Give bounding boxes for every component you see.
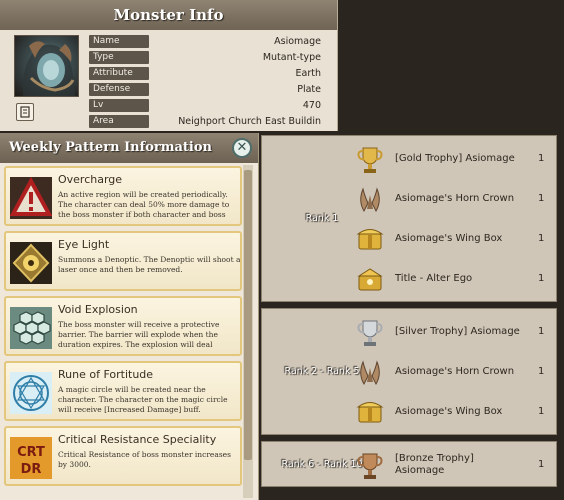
info-value: Plate — [297, 84, 321, 95]
pattern-description: The boss monster will receive a protecti… — [58, 320, 220, 349]
title-box-icon — [357, 268, 383, 291]
horn-crown-icon — [360, 187, 380, 213]
dr-text: DR — [21, 462, 42, 477]
info-row-defense-type: Defense type Plate — [89, 83, 321, 107]
info-value: Asiomage — [274, 36, 321, 47]
pattern-card-rune-of-fortitude[interactable]: Rune of Fortitude A magic circle will be… — [4, 361, 242, 421]
pattern-description: Critical Resistance of boss monster incr… — [58, 450, 231, 469]
silver-trophy-icon — [357, 320, 383, 346]
reward-quantity: 1 — [538, 193, 545, 204]
reward-quantity: 1 — [538, 233, 545, 244]
gold-trophy-icon — [357, 147, 383, 173]
info-row-area: Area Neighport Church East Buildin — [89, 115, 321, 128]
reward-name: [Silver Trophy] Asiomage — [395, 326, 520, 337]
pattern-scrollbar[interactable] — [243, 165, 253, 498]
info-value: Neighport Church East Buildin — [178, 116, 321, 127]
pattern-card-eye-light[interactable]: Eye Light Summons a Denoptic. The Denopt… — [4, 231, 242, 291]
horn-crown-icon — [360, 360, 380, 386]
reward-quantity: 1 — [538, 459, 545, 470]
crt-dr-icon: CRT DR — [10, 437, 52, 479]
info-row-attribute: Attribute Earth — [89, 67, 321, 80]
book-icon[interactable] — [16, 103, 34, 121]
reward-item[interactable]: Title - Alter Ego 1 — [262, 259, 558, 299]
rank-group-6-10: Rank 6 - Rank 10 [Bronze Trophy] Asiomag… — [261, 441, 557, 487]
pattern-title: Eye Light — [58, 238, 110, 251]
rank-group-1: Rank 1 [Gold Trophy] Asiomage 1 Asiomage… — [261, 135, 557, 302]
pattern-title: Overcharge — [58, 173, 123, 186]
reward-name: Title - Alter Ego — [395, 273, 473, 284]
reward-name: Asiomage's Horn Crown — [395, 193, 515, 204]
pattern-card-critical-resistance[interactable]: CRT DR Critical Resistance Speciality Cr… — [4, 426, 242, 486]
reward-item[interactable]: Asiomage's Wing Box 1 — [262, 392, 558, 432]
info-label: Lv — [89, 99, 149, 112]
pattern-description: A magic circle will be created near the … — [58, 385, 228, 414]
reward-item[interactable]: [Silver Trophy] Asiomage 1 — [262, 312, 558, 352]
pattern-card-void-explosion[interactable]: Void Explosion The boss monster will rec… — [4, 296, 242, 356]
reward-quantity: 1 — [538, 153, 545, 164]
scrollbar-thumb[interactable] — [244, 170, 252, 460]
monster-info-panel: Monster Info Name Asiomage Type Mutant-t… — [0, 0, 338, 131]
pattern-description: Summons a Denoptic. The Denoptic will sh… — [58, 255, 241, 274]
warning-triangle-icon — [10, 177, 52, 219]
reward-name: Asiomage's Wing Box — [395, 406, 503, 417]
monster-portrait — [14, 35, 79, 97]
pattern-title: Critical Resistance Speciality — [58, 433, 217, 446]
pattern-title: Void Explosion — [58, 303, 138, 316]
reward-quantity: 1 — [538, 366, 545, 377]
reward-quantity: 1 — [538, 406, 545, 417]
info-label: Type — [89, 51, 149, 64]
rank-group-2-5: Rank 2 - Rank 5 [Silver Trophy] Asiomage… — [261, 308, 557, 435]
pattern-description: An active region will be created periodi… — [58, 190, 230, 219]
info-label: Defense type — [89, 83, 149, 107]
info-row-type: Type Mutant-type — [89, 51, 321, 64]
info-value: Mutant-type — [262, 52, 321, 63]
wing-box-icon — [356, 402, 384, 423]
reward-name: Asiomage's Wing Box — [395, 233, 503, 244]
reward-item[interactable]: Asiomage's Horn Crown 1 — [262, 179, 558, 219]
info-value: 470 — [302, 100, 321, 111]
pattern-title: Rune of Fortitude — [58, 368, 154, 381]
info-row-level: Lv 470 — [89, 99, 321, 112]
reward-item[interactable]: Asiomage's Horn Crown 1 — [262, 352, 558, 392]
crt-text: CRT — [17, 445, 45, 460]
monster-info-title: Monster Info — [0, 0, 337, 30]
rank-rewards-panel: Rank 1 [Gold Trophy] Asiomage 1 Asiomage… — [259, 131, 564, 500]
info-label: Area — [89, 115, 149, 128]
weekly-pattern-title: Weekly Pattern Information — [0, 133, 258, 163]
info-label: Name — [89, 35, 149, 48]
info-label: Attribute — [89, 67, 149, 80]
hexagon-barrier-icon — [10, 307, 52, 349]
magic-circle-icon — [10, 372, 52, 414]
weekly-pattern-panel: Weekly Pattern Information ✕ Overcharge … — [0, 133, 259, 500]
info-value: Earth — [295, 68, 321, 79]
wing-box-icon — [356, 229, 384, 250]
bronze-trophy-icon — [357, 453, 383, 479]
reward-item[interactable]: Asiomage's Wing Box 1 — [262, 219, 558, 259]
pattern-card-overcharge[interactable]: Overcharge An active region will be crea… — [4, 166, 242, 226]
close-button[interactable]: ✕ — [232, 138, 252, 158]
reward-quantity: 1 — [538, 273, 545, 284]
reward-name: Asiomage's Horn Crown — [395, 366, 515, 377]
denoptic-eye-icon — [10, 242, 52, 284]
reward-quantity: 1 — [538, 326, 545, 337]
reward-item[interactable]: [Bronze Trophy] Asiomage 1 — [262, 445, 558, 485]
reward-name: [Gold Trophy] Asiomage — [395, 153, 515, 164]
reward-name: [Bronze Trophy] Asiomage — [395, 453, 474, 476]
reward-item[interactable]: [Gold Trophy] Asiomage 1 — [262, 139, 558, 179]
info-row-name: Name Asiomage — [89, 35, 321, 48]
